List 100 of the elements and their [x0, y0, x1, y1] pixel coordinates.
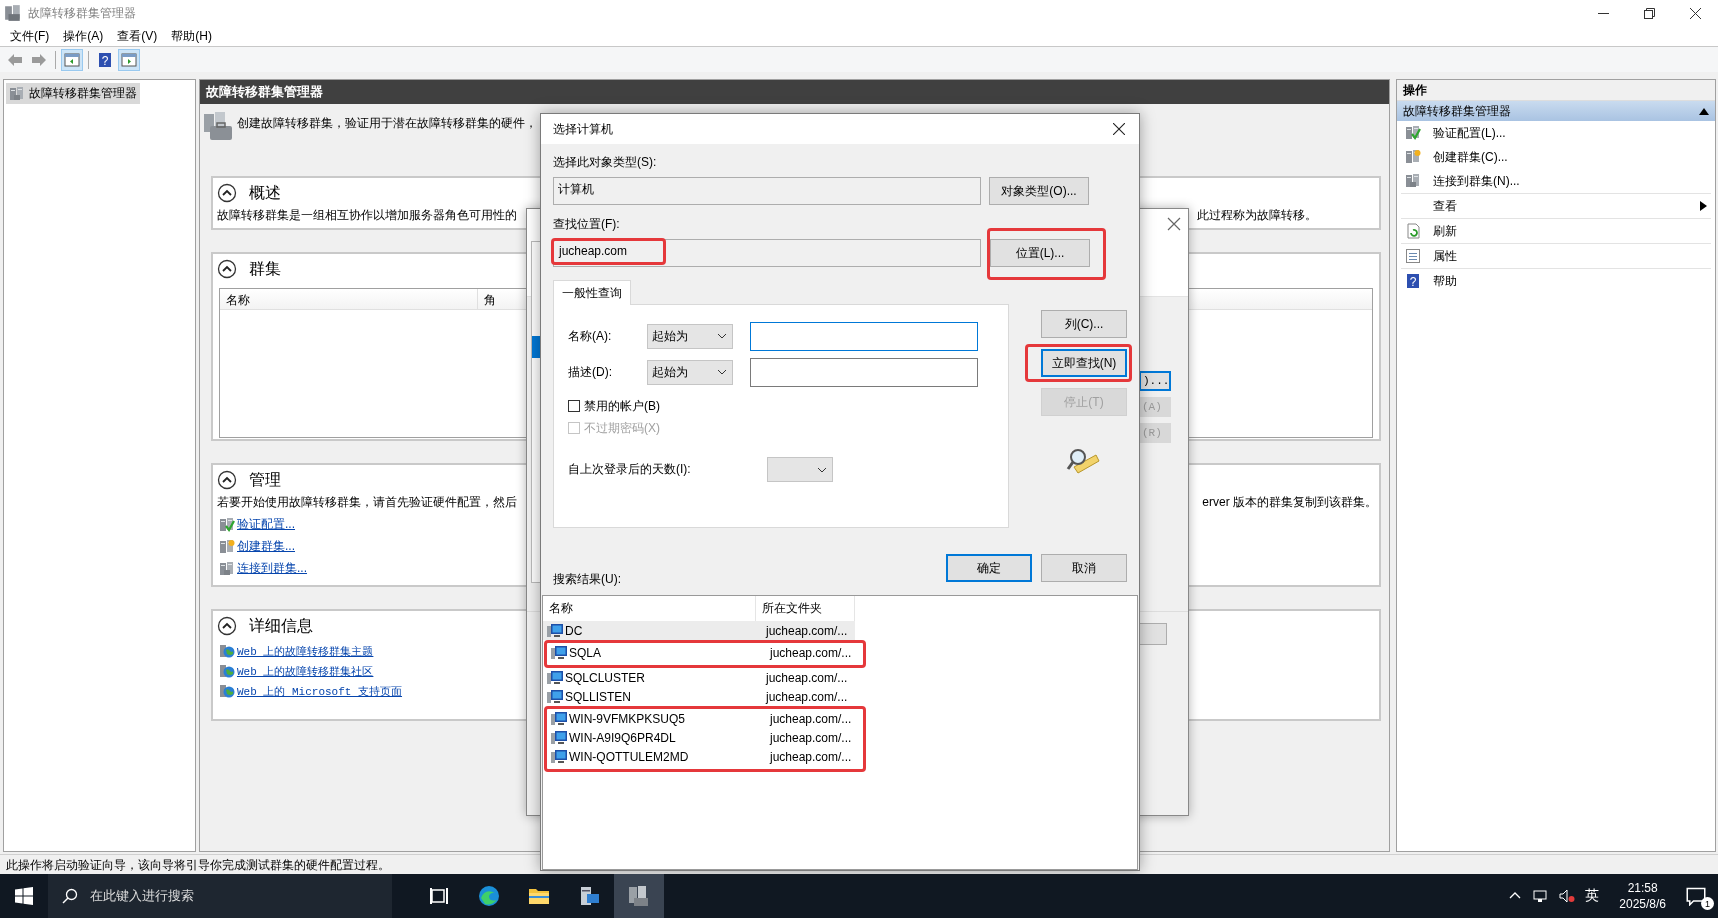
- cancel-button[interactable]: 取消: [1041, 554, 1127, 582]
- link[interactable]: Web 上的故障转移群集主题: [237, 643, 374, 659]
- action-item[interactable]: 创建群集(C)...: [1401, 145, 1711, 169]
- ok-button[interactable]: 确定: [946, 554, 1032, 582]
- computer-name: DC: [565, 623, 583, 638]
- computer-name: WIN-9VFMKPKSUQ5: [569, 711, 685, 726]
- server-icon: [219, 560, 235, 577]
- pane-icon: [121, 51, 137, 68]
- folder-cell-text: jucheap.com/...: [768, 644, 853, 662]
- close-icon[interactable]: [1689, 7, 1701, 19]
- operator-dropdown[interactable]: 起始为: [647, 323, 733, 349]
- result-row[interactable]: WIN-9VFMKPKSUQ5 jucheap.com/...: [547, 709, 859, 728]
- action-item[interactable]: 连接到群集(N)...: [1401, 169, 1711, 194]
- tab[interactable]: 一般性查询: [553, 280, 631, 305]
- menu-item[interactable]: 文件(F): [4, 25, 58, 47]
- folder-cell-text: jucheap.com/...: [764, 669, 849, 687]
- computer-icon: [547, 669, 563, 686]
- result-row[interactable]: SQLA jucheap.com/...: [547, 643, 859, 662]
- field-label: 选择此对象类型(S):: [553, 154, 658, 171]
- dialog-button[interactable]: 立即查找(N): [1041, 349, 1127, 377]
- computer-icon: [551, 710, 567, 727]
- result-row[interactable]: SQLLISTEN jucheap.com/...: [543, 687, 855, 706]
- globe-icon: [219, 663, 235, 679]
- taskbar-app[interactable]: [614, 874, 664, 918]
- clock[interactable]: 21:58 2025/8/6: [1619, 880, 1666, 912]
- menu-item[interactable]: 查看(V): [111, 25, 166, 47]
- section-title: 概述: [249, 182, 281, 203]
- collapse-icon[interactable]: [217, 259, 237, 279]
- dialog-button[interactable]: 列(C)...: [1041, 310, 1127, 338]
- action-group-header[interactable]: 故障转移群集管理器: [1397, 101, 1715, 121]
- section-text: erver 版本的群集复制到该群集。: [1202, 494, 1377, 511]
- link[interactable]: Web 上的 Microsoft 支持页面: [237, 683, 403, 699]
- input-method-indicator[interactable]: 英: [1585, 887, 1600, 905]
- collapse-icon[interactable]: [217, 616, 237, 636]
- speaker-muted-icon[interactable]: [1559, 888, 1576, 904]
- close-icon[interactable]: [1113, 123, 1125, 135]
- result-row[interactable]: WIN-A9I9Q6PR4DL jucheap.com/...: [547, 728, 859, 747]
- search-field[interactable]: 在此键入进行搜索: [48, 874, 392, 918]
- magnifier-icon: [1066, 447, 1100, 475]
- checkbox[interactable]: [568, 400, 580, 412]
- field-label: 查找位置(F):: [553, 216, 621, 233]
- browser-icon: [477, 884, 501, 908]
- field-label: 名称(A):: [568, 327, 613, 345]
- chevron-down-icon: [717, 332, 727, 340]
- properties-icon: [1405, 248, 1421, 264]
- search-icon: [62, 888, 78, 904]
- computer-icon: [547, 622, 563, 639]
- computer-name: SQLLISTEN: [565, 689, 632, 704]
- folder-cell-text: jucheap.com/...: [764, 688, 849, 706]
- result-row[interactable]: WIN-QOTTULEM2MD jucheap.com/...: [547, 747, 859, 766]
- object-type-button[interactable]: 对象类型(O)...: [989, 177, 1089, 205]
- link[interactable]: 验证配置...: [237, 516, 295, 533]
- restore-icon[interactable]: [1643, 7, 1655, 19]
- action-item[interactable]: ? 帮助: [1401, 269, 1711, 293]
- field-label: 自上次登录后的天数(I):: [568, 461, 691, 478]
- input-field[interactable]: [750, 357, 978, 387]
- action-item[interactable]: 验证配置(L)...: [1401, 121, 1711, 145]
- server-cluster-icon: [627, 884, 651, 908]
- link[interactable]: 创建群集...: [237, 538, 295, 555]
- collapse-icon[interactable]: [217, 470, 237, 490]
- link[interactable]: Web 上的故障转移群集社区: [237, 663, 374, 679]
- server-cluster-icon: [9, 85, 25, 102]
- operator-dropdown[interactable]: 起始为: [647, 359, 733, 385]
- section-text: 若要开始使用故障转移群集，请首先验证硬件配置，然后: [217, 494, 517, 511]
- action-item[interactable]: 查看: [1401, 194, 1711, 219]
- toolbar-button[interactable]: [61, 48, 83, 71]
- collapse-icon[interactable]: [217, 183, 237, 203]
- field-label: 描述(D):: [568, 363, 613, 381]
- server-star-icon: [1405, 149, 1421, 165]
- folder-cell-text: jucheap.com/...: [768, 748, 853, 766]
- computer-icon: [551, 748, 567, 765]
- location-button[interactable]: 位置(L)...: [990, 239, 1090, 267]
- action-item[interactable]: 刷新: [1401, 219, 1711, 244]
- toolbar-button[interactable]: [118, 48, 140, 71]
- tree-item[interactable]: 故障转移群集管理器: [6, 83, 140, 104]
- server-check-icon: [219, 516, 235, 533]
- server-star-icon: [219, 538, 235, 555]
- network-icon[interactable]: [1533, 888, 1550, 904]
- column-header[interactable]: 角: [478, 289, 502, 309]
- checkbox-label: 禁用的帐户(B): [584, 397, 660, 415]
- dialog-title: 选择计算机: [553, 120, 613, 138]
- result-row[interactable]: SQLCLUSTER jucheap.com/...: [543, 668, 855, 687]
- wizard-button[interactable]: [1139, 623, 1167, 645]
- action-item[interactable]: 属性: [1401, 244, 1711, 269]
- link[interactable]: 连接到群集...: [237, 560, 307, 577]
- collapse-icon[interactable]: [1699, 107, 1709, 115]
- result-row[interactable]: DC jucheap.com/...: [543, 621, 855, 640]
- globe-icon: [219, 643, 235, 659]
- section-title: 群集: [249, 258, 281, 279]
- input-field[interactable]: [750, 321, 978, 351]
- results-label: 搜索结果(U):: [553, 571, 622, 588]
- refresh-icon: [1405, 223, 1421, 239]
- wizard-button[interactable]: )...: [1139, 371, 1171, 391]
- windows-logo-icon[interactable]: [15, 887, 33, 905]
- column-header[interactable]: 名称: [220, 289, 478, 309]
- pane-header: 故障转移群集管理器: [200, 80, 1389, 104]
- menu-item[interactable]: 帮助(H): [165, 25, 220, 47]
- menu-item[interactable]: 操作(A): [57, 25, 112, 47]
- window-title: 故障转移群集管理器: [28, 4, 136, 22]
- checkbox-label: 不过期密码(X): [584, 419, 660, 437]
